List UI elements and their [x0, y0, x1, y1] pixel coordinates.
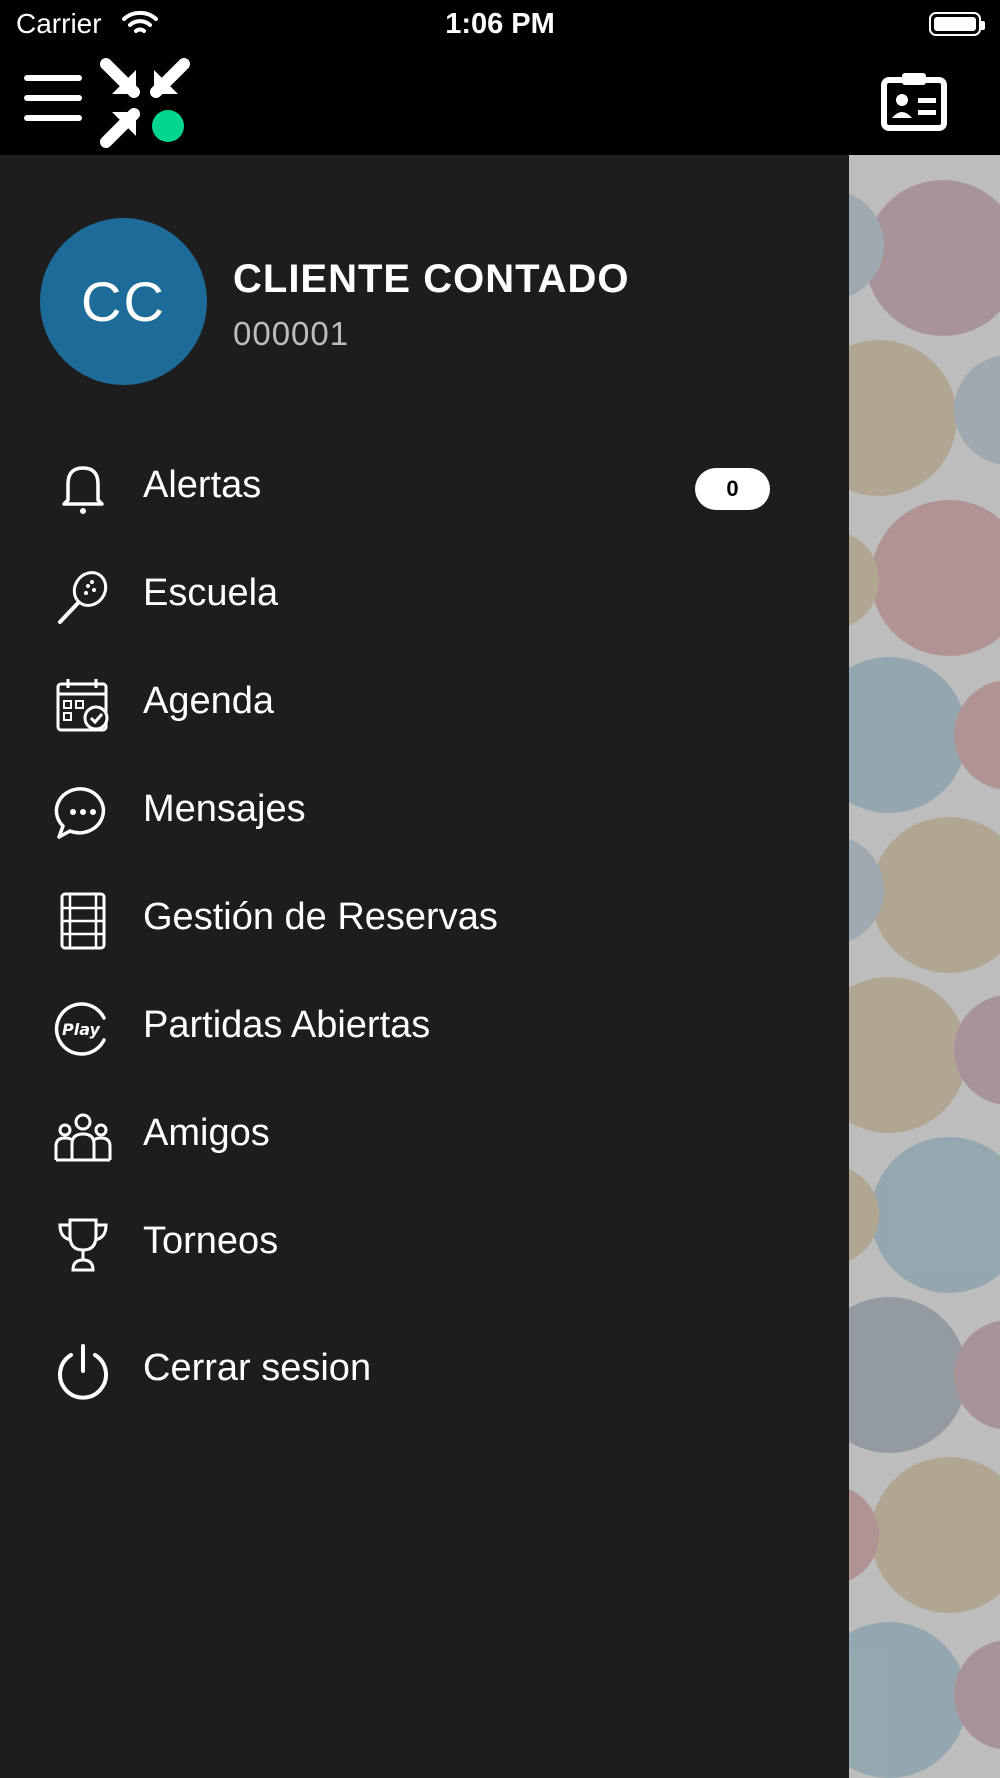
- calendar-check-icon: [56, 679, 109, 732]
- menu-item-gestion-de-reservas[interactable]: Gestión de Reservas: [0, 872, 849, 968]
- menu-item-partidas-abiertas[interactable]: Play Partidas Abiertas: [0, 980, 849, 1076]
- svg-text:Play: Play: [62, 1020, 101, 1039]
- clock: 1:06 PM: [445, 8, 555, 40]
- menu-item-label: Escuela: [143, 572, 279, 614]
- power-icon: [58, 1344, 108, 1400]
- menu-item-alertas[interactable]: Alertas 0: [0, 440, 849, 536]
- menu-item-label: Amigos: [143, 1112, 270, 1154]
- battery-icon: [929, 12, 985, 36]
- menu-item-mensajes[interactable]: Mensajes: [0, 764, 849, 860]
- menu-item-label: Torneos: [143, 1220, 279, 1262]
- user-id: 000001: [233, 315, 350, 352]
- menu-item-cerrar-sesion[interactable]: Cerrar sesion: [0, 1323, 849, 1419]
- chat-bubble-icon: [54, 787, 106, 839]
- status-bar: Carrier 1:06 PM: [0, 0, 1000, 50]
- bell-icon: [62, 466, 104, 514]
- menu-item-label: Mensajes: [143, 788, 306, 830]
- menu-item-label: Alertas: [143, 464, 262, 506]
- avatar-initials: CC: [81, 270, 166, 333]
- menu-item-label: Cerrar sesion: [143, 1347, 372, 1389]
- menu-item-label: Gestión de Reservas: [143, 896, 498, 938]
- background-pattern: [849, 155, 1000, 1778]
- group-icon: [54, 1113, 112, 1162]
- menu-item-label: Partidas Abiertas: [143, 1004, 431, 1046]
- alerts-count-badge: 0: [695, 468, 770, 510]
- id-card-icon[interactable]: [880, 70, 948, 132]
- trophy-icon: [58, 1218, 108, 1272]
- hamburger-icon[interactable]: [24, 75, 82, 121]
- menu-item-escuela[interactable]: Escuela: [0, 548, 849, 644]
- sports-pattern-icon: [849, 180, 1000, 1778]
- app-logo: [100, 58, 190, 148]
- navigation-drawer: CC CLIENTE CONTADO 000001 Alertas 0 Escu…: [0, 155, 849, 1778]
- user-name: CLIENTE CONTADO: [233, 257, 630, 301]
- top-bar: [0, 50, 1000, 155]
- menu-item-label: Agenda: [143, 680, 275, 722]
- menu-item-torneos[interactable]: Torneos: [0, 1196, 849, 1292]
- padel-racket-icon: [58, 571, 108, 624]
- menu-item-agenda[interactable]: Agenda: [0, 656, 849, 752]
- avatar[interactable]: CC: [40, 218, 207, 385]
- menu-item-amigos[interactable]: Amigos: [0, 1088, 849, 1184]
- court-icon: [60, 892, 106, 950]
- play-badge-icon: Play: [54, 1002, 106, 1056]
